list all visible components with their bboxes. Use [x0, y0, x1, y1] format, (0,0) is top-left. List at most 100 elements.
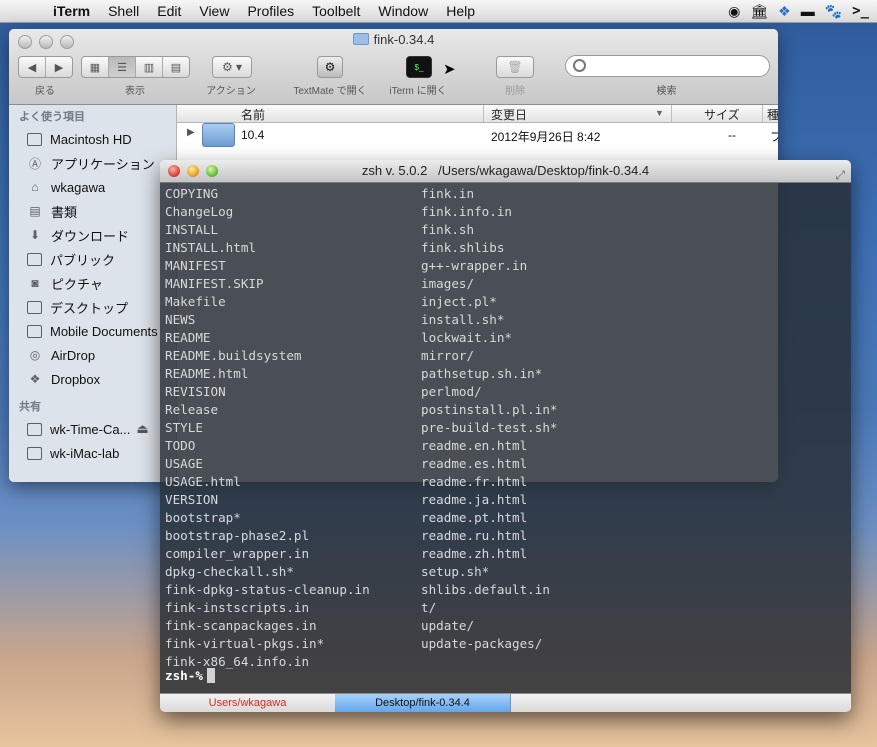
sidebar-item-documents[interactable]: ▤ 書類 [9, 199, 176, 223]
airdrop-icon: ◎ [29, 348, 41, 362]
row-modified: 2012年9月26日 8:42 [491, 130, 601, 144]
action-label: アクション [206, 86, 256, 97]
circle-status-icon[interactable]: ◉ [728, 0, 740, 22]
display-icon[interactable]: ▬ [801, 0, 815, 22]
column-divider [483, 105, 484, 122]
terminal-line: perlmod/ [421, 384, 482, 399]
column-size[interactable]: サイズ [704, 106, 740, 123]
terminal-line: Release [165, 402, 219, 417]
menu-help[interactable]: Help [437, 3, 484, 19]
terminal-line: fink-scanpackages.in [165, 618, 317, 633]
server-icon [27, 422, 42, 436]
action-button[interactable]: ⚙ ▾ [212, 56, 252, 78]
sidebar-item-desktop[interactable]: デスクトップ [9, 295, 176, 319]
sidebar-item-home[interactable]: ⌂ wkagawa [9, 175, 176, 199]
paw-icon[interactable]: 🐾 [825, 0, 842, 22]
eject-icon[interactable]: ⏏ [136, 421, 148, 437]
search-input[interactable] [565, 55, 770, 77]
sidebar-item-pictures[interactable]: ◙ ピクチャ [9, 271, 176, 295]
terminal-line: dpkg-checkall.sh* [165, 564, 294, 579]
zoom-button[interactable] [206, 165, 218, 177]
sidebar-item-public[interactable]: パブリック [9, 247, 176, 271]
camera-icon: ◙ [31, 276, 39, 290]
row-name: 10.4 [241, 128, 265, 142]
delete-button[interactable]: 🗑 [496, 56, 534, 78]
sidebar-item-time-capsule[interactable]: wk-Time-Ca... ⏏ [9, 417, 176, 441]
forward-button[interactable]: ▶ [46, 57, 72, 77]
trash-icon: 🗑 [507, 60, 523, 74]
sidebar-item-applications[interactable]: Ⓐ アプリケーション [9, 151, 176, 175]
back-forward-control: ◀ ▶ [18, 56, 73, 78]
menu-window[interactable]: Window [369, 3, 437, 19]
close-button[interactable] [168, 165, 180, 177]
menu-shell[interactable]: Shell [99, 3, 148, 19]
terminal-line: README.buildsystem [165, 348, 302, 363]
view-label: 表示 [125, 86, 145, 97]
sidebar-item-macintosh-hd[interactable]: Macintosh HD [9, 127, 176, 151]
menu-iterm[interactable]: iTerm [44, 3, 99, 19]
column-modified[interactable]: 変更日 [491, 106, 527, 123]
terminal-icon[interactable]: >_ [852, 0, 869, 22]
iterm-titlebar: zsh v. 5.0.2 /Users/wkagawa/Desktop/fink… [160, 160, 851, 183]
terminal-line: VERSION [165, 492, 219, 507]
status-area: ◉ 🏛 ❖ ▬ 🐾 >_ [728, 0, 869, 22]
view-control: ▦ ☰ ▥ ▤ [81, 56, 190, 78]
terminal-line: fink-instscripts.in [165, 600, 310, 615]
textmate-button[interactable]: ⚙ [317, 56, 343, 78]
terminal-line: readme.ja.html [421, 492, 528, 507]
column-divider [762, 105, 763, 122]
menu-profiles[interactable]: Profiles [238, 3, 303, 19]
sort-indicator-icon: ▼ [655, 108, 664, 118]
dropbox-icon[interactable]: ❖ [778, 0, 791, 22]
terminal-line: readme.en.html [421, 438, 528, 453]
downloads-icon: ⬇ [29, 228, 41, 242]
terminal-line: setup.sh* [421, 564, 490, 579]
textmate-gear-icon: ⚙ [324, 60, 336, 74]
applications-icon: Ⓐ [28, 156, 41, 171]
minimize-button[interactable] [187, 165, 199, 177]
terminal-line: fink-x86_64.info.in [165, 654, 310, 669]
icon-view-button[interactable]: ▦ [82, 57, 109, 77]
terminal-line: shlibs.default.in [421, 582, 550, 597]
sidebar-item-imac-lab[interactable]: wk-iMac-lab [9, 441, 176, 465]
iterm-label: iTerm に開く [389, 86, 447, 97]
tab-users-wkagawa[interactable]: Users/wkagawa [160, 694, 336, 712]
iterm-open-button[interactable]: $_ [406, 56, 432, 78]
table-row[interactable]: ▶ 10.4 2012年9月26日 8:42 -- フ [177, 123, 778, 147]
terminal-line: fink.sh [421, 222, 475, 237]
menu-toolbelt[interactable]: Toolbelt [303, 3, 369, 19]
column-view-button[interactable]: ▥ [136, 57, 163, 77]
folder-icon [202, 123, 235, 147]
terminal-output[interactable]: zsh-% COPYING ChangeLog INSTALL INSTALL.htm… [160, 183, 851, 693]
terminal-line: readme.fr.html [421, 474, 528, 489]
column-kind[interactable]: 種 [767, 106, 778, 123]
finder-title: fink-0.34.4 [9, 32, 778, 47]
disclosure-triangle-icon[interactable]: ▶ [187, 127, 195, 138]
sidebar-item-airdrop[interactable]: ◎ AirDrop [9, 343, 176, 367]
sidebar-item-mobile-documents[interactable]: Mobile Documents [9, 319, 176, 343]
sidebar-item-downloads[interactable]: ⬇ ダウンロード [9, 223, 176, 247]
menu-view[interactable]: View [190, 3, 238, 19]
museum-icon[interactable]: 🏛 [750, 0, 768, 22]
coverflow-view-button[interactable]: ▤ [163, 57, 189, 77]
back-button[interactable]: ◀ [19, 57, 46, 77]
terminal-line: g++-wrapper.in [421, 258, 528, 273]
list-view-button[interactable]: ☰ [109, 57, 136, 77]
column-name[interactable]: 名前 [241, 106, 265, 123]
search-label: 検索 [656, 86, 677, 97]
tab-desktop-fink[interactable]: Desktop/fink-0.34.4 [335, 694, 511, 712]
sidebar-item-dropbox[interactable]: ❖ Dropbox [9, 367, 176, 391]
column-divider [671, 105, 672, 122]
iterm-tab-bar: Users/wkagawa Desktop/fink-0.34.4 [160, 693, 851, 712]
iterm-icon: $_ [414, 62, 424, 72]
terminal-line: readme.es.html [421, 456, 528, 471]
terminal-line: fink-dpkg-status-cleanup.in [165, 582, 370, 597]
terminal-line: USAGE.html [165, 474, 241, 489]
menu-edit[interactable]: Edit [148, 3, 190, 19]
folder-icon [352, 33, 369, 45]
terminal-line: update/ [421, 618, 475, 633]
row-size: -- [728, 128, 736, 142]
terminal-line: mirror/ [421, 348, 475, 363]
home-icon: ⌂ [31, 180, 39, 194]
delete-label: 削除 [505, 86, 525, 97]
